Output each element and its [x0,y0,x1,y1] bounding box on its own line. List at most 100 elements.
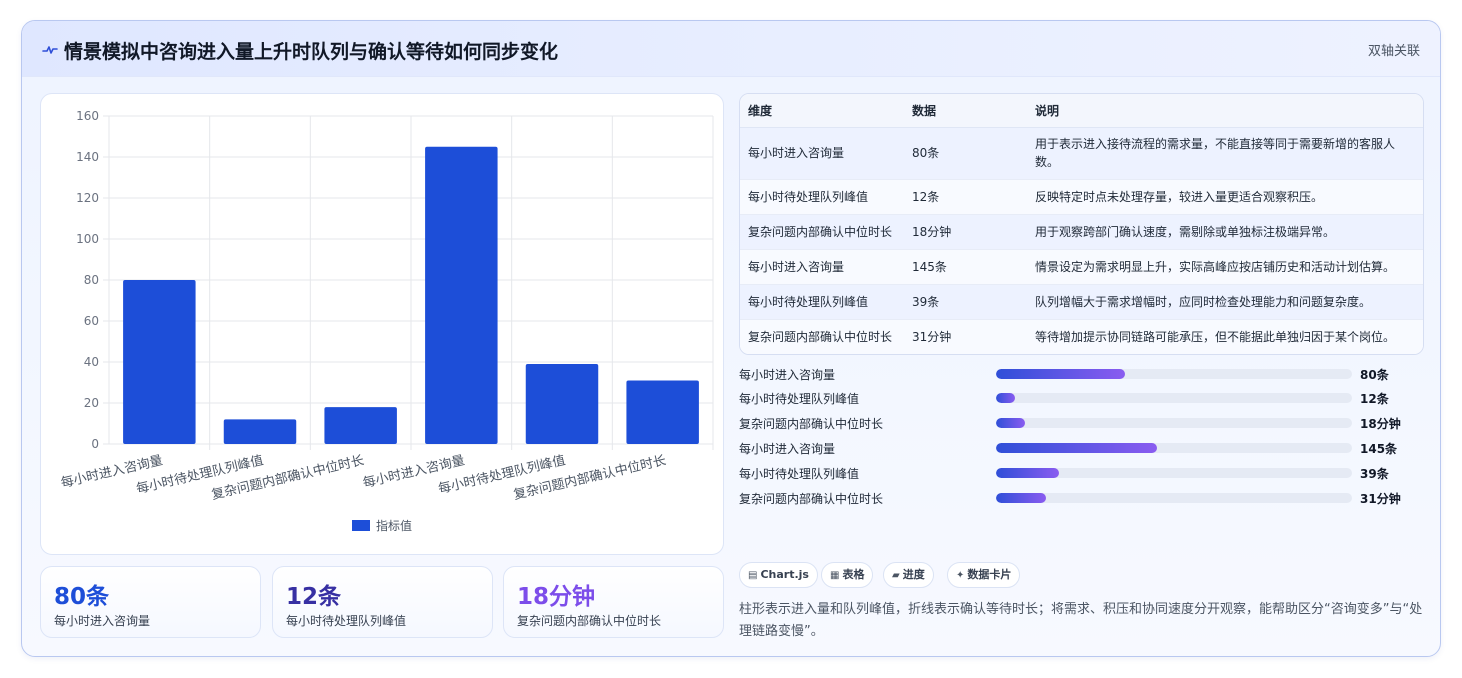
table-header-row: 维度 数据 说明 [740,94,1423,128]
chip-chartjs[interactable]: ▤ Chart.js [739,562,818,588]
cell-data: 18分钟 [904,214,1027,250]
progress-row: 每小时进入咨询量 80条 [739,364,1424,384]
bar-chart-panel: 0 20 40 60 80 100 120 140 160 每小时进入咨询量 每小时待处理队列峰值复… [40,93,724,555]
dual-axis-tag: 双轴关联 [1367,44,1420,59]
chart-icon: ▤ [748,570,758,581]
progress-value: 80条 [1360,368,1389,382]
col-header-dimension: 维度 [740,94,904,128]
cell-dimension: 每小时进入咨询量 [740,127,904,180]
bar [123,280,196,444]
y-tick-label: 20 [84,396,99,410]
cell-dimension: 每小时进入咨询量 [740,249,904,285]
chip-label: 进度 [902,568,925,581]
card-header: 情景模拟中咨询进入量上升时队列与确认等待如何同步变化 双轴关联 [22,21,1440,77]
progress-icon: ▰ [892,570,900,581]
cell-description: 等待增加提示协同链路可能承压，但不能据此单独归因于某个岗位。 [1027,319,1423,354]
cell-description: 反映特定时点未处理存量，较进入量更适合观察积压。 [1027,179,1423,215]
col-header-data: 数据 [904,94,1027,128]
kpi-value: 80条 [54,584,110,610]
chip-label: 表格 [842,568,865,581]
cell-description: 用于观察跨部门确认速度，需剔除或单独标注极端异常。 [1027,214,1423,250]
kpi-value: 18分钟 [517,584,596,610]
cell-dimension: 每小时待处理队列峰值 [740,179,904,215]
kpi-card-queue: 12条 每小时待处理队列峰值 [272,566,493,638]
progress-track [996,493,1352,503]
chip-progress[interactable]: ▰ 进度 [883,562,934,588]
bar [425,146,498,444]
progress-value: 31分钟 [1360,492,1401,506]
legend-swatch [352,520,370,531]
cell-data: 39条 [904,284,1027,320]
progress-track [996,418,1352,428]
legend-label: 指标值 [376,518,412,533]
y-tick-label: 160 [76,109,99,123]
progress-track [996,393,1352,403]
table-row: 每小时待处理队列峰值 12条 反映特定时点未处理存量，较进入量更适合观察积压。 [740,179,1423,215]
chip-label: 数据卡片 [967,568,1012,581]
bar [525,364,599,444]
progress-value: 12条 [1360,392,1389,406]
progress-fill [996,369,1126,379]
y-tick-label: 100 [76,232,99,246]
y-tick-label: 140 [76,150,99,164]
progress-row: 每小时待处理队列峰值 12条 [739,388,1424,408]
bar [626,380,699,444]
bar [324,407,397,444]
progress-label: 复杂问题内部确认中位时长 [739,492,884,506]
table-row: 复杂问题内部确认中位时长 31分钟 等待增加提示协同链路可能承压，但不能据此单独… [740,319,1423,354]
cell-description: 队列增幅大于需求增幅时，应同时检查处理能力和问题复杂度。 [1027,284,1423,320]
cell-description: 用于表示进入接待流程的需求量，不能直接等同于需要新增的客服人数。 [1027,127,1423,180]
progress-track [996,369,1352,379]
progress-row: 复杂问题内部确认中位时长 18分钟 [739,413,1424,433]
kpi-card-confirm-time: 18分钟 复杂问题内部确认中位时长 [503,566,724,638]
progress-track [996,468,1352,478]
chip-table[interactable]: ▦ 表格 [821,562,874,588]
table-row: 每小时进入咨询量 80条 用于表示进入接待流程的需求量，不能直接等同于需要新增的… [740,127,1423,180]
progress-value: 39条 [1360,467,1389,481]
chart-explanation: 柱形表示进入量和队列峰值，折线表示确认等待时长；将需求、积压和协同速度分开观察，… [739,602,1423,639]
data-table: 维度 数据 说明 每小时进入咨询量 80条 用于表示进入接待流程的需求量，不能直… [739,93,1424,355]
cell-dimension: 复杂问题内部确认中位时长 [740,319,904,354]
chip-label: Chart.js [760,568,809,581]
progress-label: 每小时待处理队列峰值 [739,392,860,406]
table-row: 每小时待处理队列峰值 39条 队列增幅大于需求增幅时，应同时检查处理能力和问题复… [740,284,1423,320]
table-row: 每小时进入咨询量 145条 情景设定为需求明显上升，实际高峰应按店铺历史和活动计… [740,249,1423,285]
progress-row: 每小时进入咨询量 145条 [739,438,1424,458]
y-tick-label: 120 [76,191,99,205]
progress-fill [996,468,1059,478]
y-tick-label: 40 [84,355,99,369]
progress-row: 复杂问题内部确认中位时长 31分钟 [739,488,1424,508]
cell-data: 12条 [904,179,1027,215]
kpi-label: 复杂问题内部确认中位时长 [517,614,662,628]
page-title: 情景模拟中咨询进入量上升时队列与确认等待如何同步变化 [64,41,559,63]
progress-label: 复杂问题内部确认中位时长 [739,417,884,431]
cell-dimension: 复杂问题内部确认中位时长 [740,214,904,250]
pulse-icon [42,46,58,54]
progress-label: 每小时进入咨询量 [739,368,836,382]
progress-fill [996,393,1016,403]
progress-fill [996,493,1047,503]
progress-row: 每小时待处理队列峰值 39条 [739,463,1424,483]
progress-track [996,443,1352,453]
sparkle-icon: ✦ [956,570,965,581]
y-tick-label: 60 [84,314,99,328]
bar-chart: 020406080100120140160每小时进入咨询量每小时待处理队列峰值复… [59,109,714,533]
kpi-label: 每小时待处理队列峰值 [286,614,407,628]
progress-fill [996,418,1026,428]
progress-value: 18分钟 [1360,417,1401,431]
cell-data: 145条 [904,249,1027,285]
kpi-label: 每小时进入咨询量 [54,614,151,628]
cell-data: 31分钟 [904,319,1027,354]
kpi-value: 12条 [286,584,342,610]
dashboard-card: 情景模拟中咨询进入量上升时队列与确认等待如何同步变化 双轴关联 0 20 40 60 8… [21,20,1441,657]
bar [223,419,297,444]
chip-data-card[interactable]: ✦ 数据卡片 [947,562,1021,588]
cell-dimension: 每小时待处理队列峰值 [740,284,904,320]
kpi-card-inflow: 80条 每小时进入咨询量 [40,566,261,638]
cell-data: 80条 [904,127,1027,180]
y-tick-label: 0 [91,437,99,451]
table-row: 复杂问题内部确认中位时长 18分钟 用于观察跨部门确认速度，需剔除或单独标注极端… [740,214,1423,250]
progress-value: 145条 [1360,442,1398,456]
progress-label: 每小时进入咨询量 [739,442,836,456]
progress-label: 每小时待处理队列峰值 [739,467,860,481]
